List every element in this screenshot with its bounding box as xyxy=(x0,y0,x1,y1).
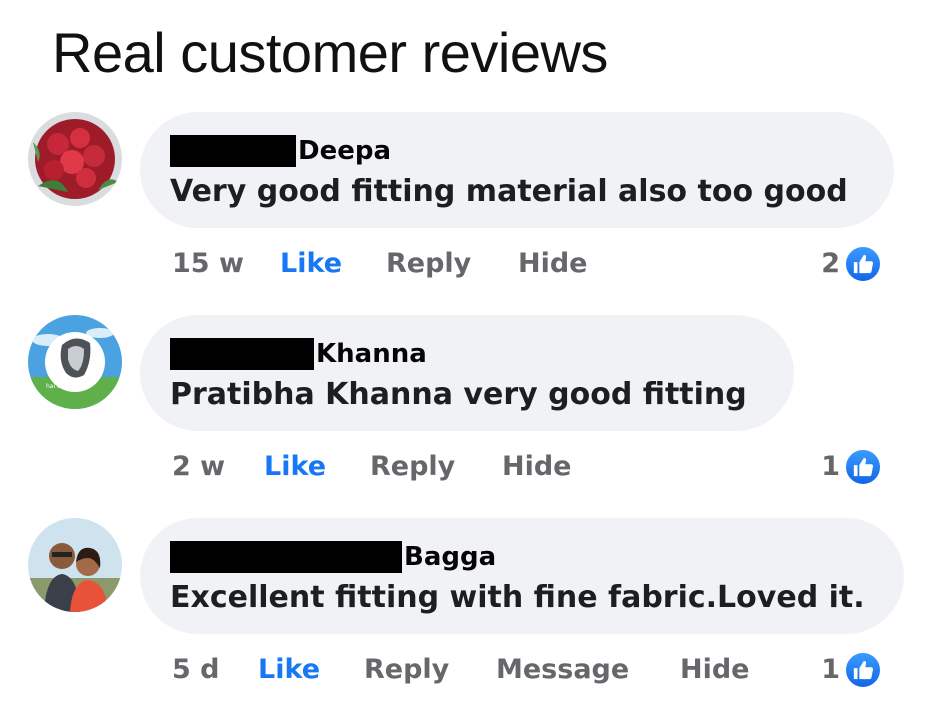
reaction-count: 1 xyxy=(821,654,840,685)
redacted-name-block xyxy=(170,135,296,167)
redacted-name-block xyxy=(170,338,314,370)
comment-item: Deepa Very good fitting material also to… xyxy=(0,112,925,312)
couple-photo-avatar-icon xyxy=(28,518,122,612)
roses-avatar-icon xyxy=(28,112,122,206)
comment-actions: 5 d Like Reply Message Hide 1 xyxy=(172,650,902,690)
reaction-count: 1 xyxy=(821,451,840,482)
comment-text: Very good fitting material also too good xyxy=(170,174,848,209)
comment-author[interactable]: Bagga xyxy=(404,542,496,572)
thumbs-up-icon xyxy=(844,651,882,689)
portrait-avatar-icon: hai to the xyxy=(28,315,122,409)
comment-author[interactable]: Khanna xyxy=(316,339,427,369)
svg-text:hai to the: hai to the xyxy=(46,383,75,390)
reaction-count: 2 xyxy=(821,248,840,279)
hide-button[interactable]: Hide xyxy=(518,244,588,284)
thumbs-up-icon xyxy=(844,245,882,283)
hide-button[interactable]: Hide xyxy=(680,650,750,690)
reply-button[interactable]: Reply xyxy=(370,447,455,487)
redacted-name-block xyxy=(170,541,402,573)
comment-bubble: Khanna Pratibha Khanna very good fitting xyxy=(140,315,794,431)
reaction-summary[interactable]: 2 xyxy=(821,244,882,284)
comment-item: hai to the Khanna Pratibha Khanna very g… xyxy=(0,315,925,515)
like-button[interactable]: Like xyxy=(280,244,342,284)
thumbs-up-icon xyxy=(844,448,882,486)
reply-button[interactable]: Reply xyxy=(386,244,471,284)
avatar[interactable] xyxy=(28,518,122,612)
page-title: Real customer reviews xyxy=(52,21,608,84)
avatar[interactable] xyxy=(28,112,122,206)
comment-bubble: Bagga Excellent fitting with fine fabric… xyxy=(140,518,904,634)
comment-actions: 2 w Like Reply Hide 1 xyxy=(172,447,902,487)
comment-timestamp[interactable]: 5 d xyxy=(172,650,220,690)
comment-author[interactable]: Deepa xyxy=(298,136,391,166)
like-button[interactable]: Like xyxy=(264,447,326,487)
comment-timestamp[interactable]: 15 w xyxy=(172,244,244,284)
comment-bubble: Deepa Very good fitting material also to… xyxy=(140,112,894,228)
comment-timestamp[interactable]: 2 w xyxy=(172,447,225,487)
reply-button[interactable]: Reply xyxy=(364,650,449,690)
avatar[interactable]: hai to the xyxy=(28,315,122,409)
comment-text: Excellent fitting with fine fabric.Loved… xyxy=(170,580,865,615)
comment-actions: 15 w Like Reply Hide 2 xyxy=(172,244,902,284)
comment-text: Pratibha Khanna very good fitting xyxy=(170,377,747,412)
like-button[interactable]: Like xyxy=(258,650,320,690)
reaction-summary[interactable]: 1 xyxy=(821,650,882,690)
hide-button[interactable]: Hide xyxy=(502,447,572,487)
message-button[interactable]: Message xyxy=(496,650,629,690)
comment-item: Bagga Excellent fitting with fine fabric… xyxy=(0,518,925,718)
reaction-summary[interactable]: 1 xyxy=(821,447,882,487)
